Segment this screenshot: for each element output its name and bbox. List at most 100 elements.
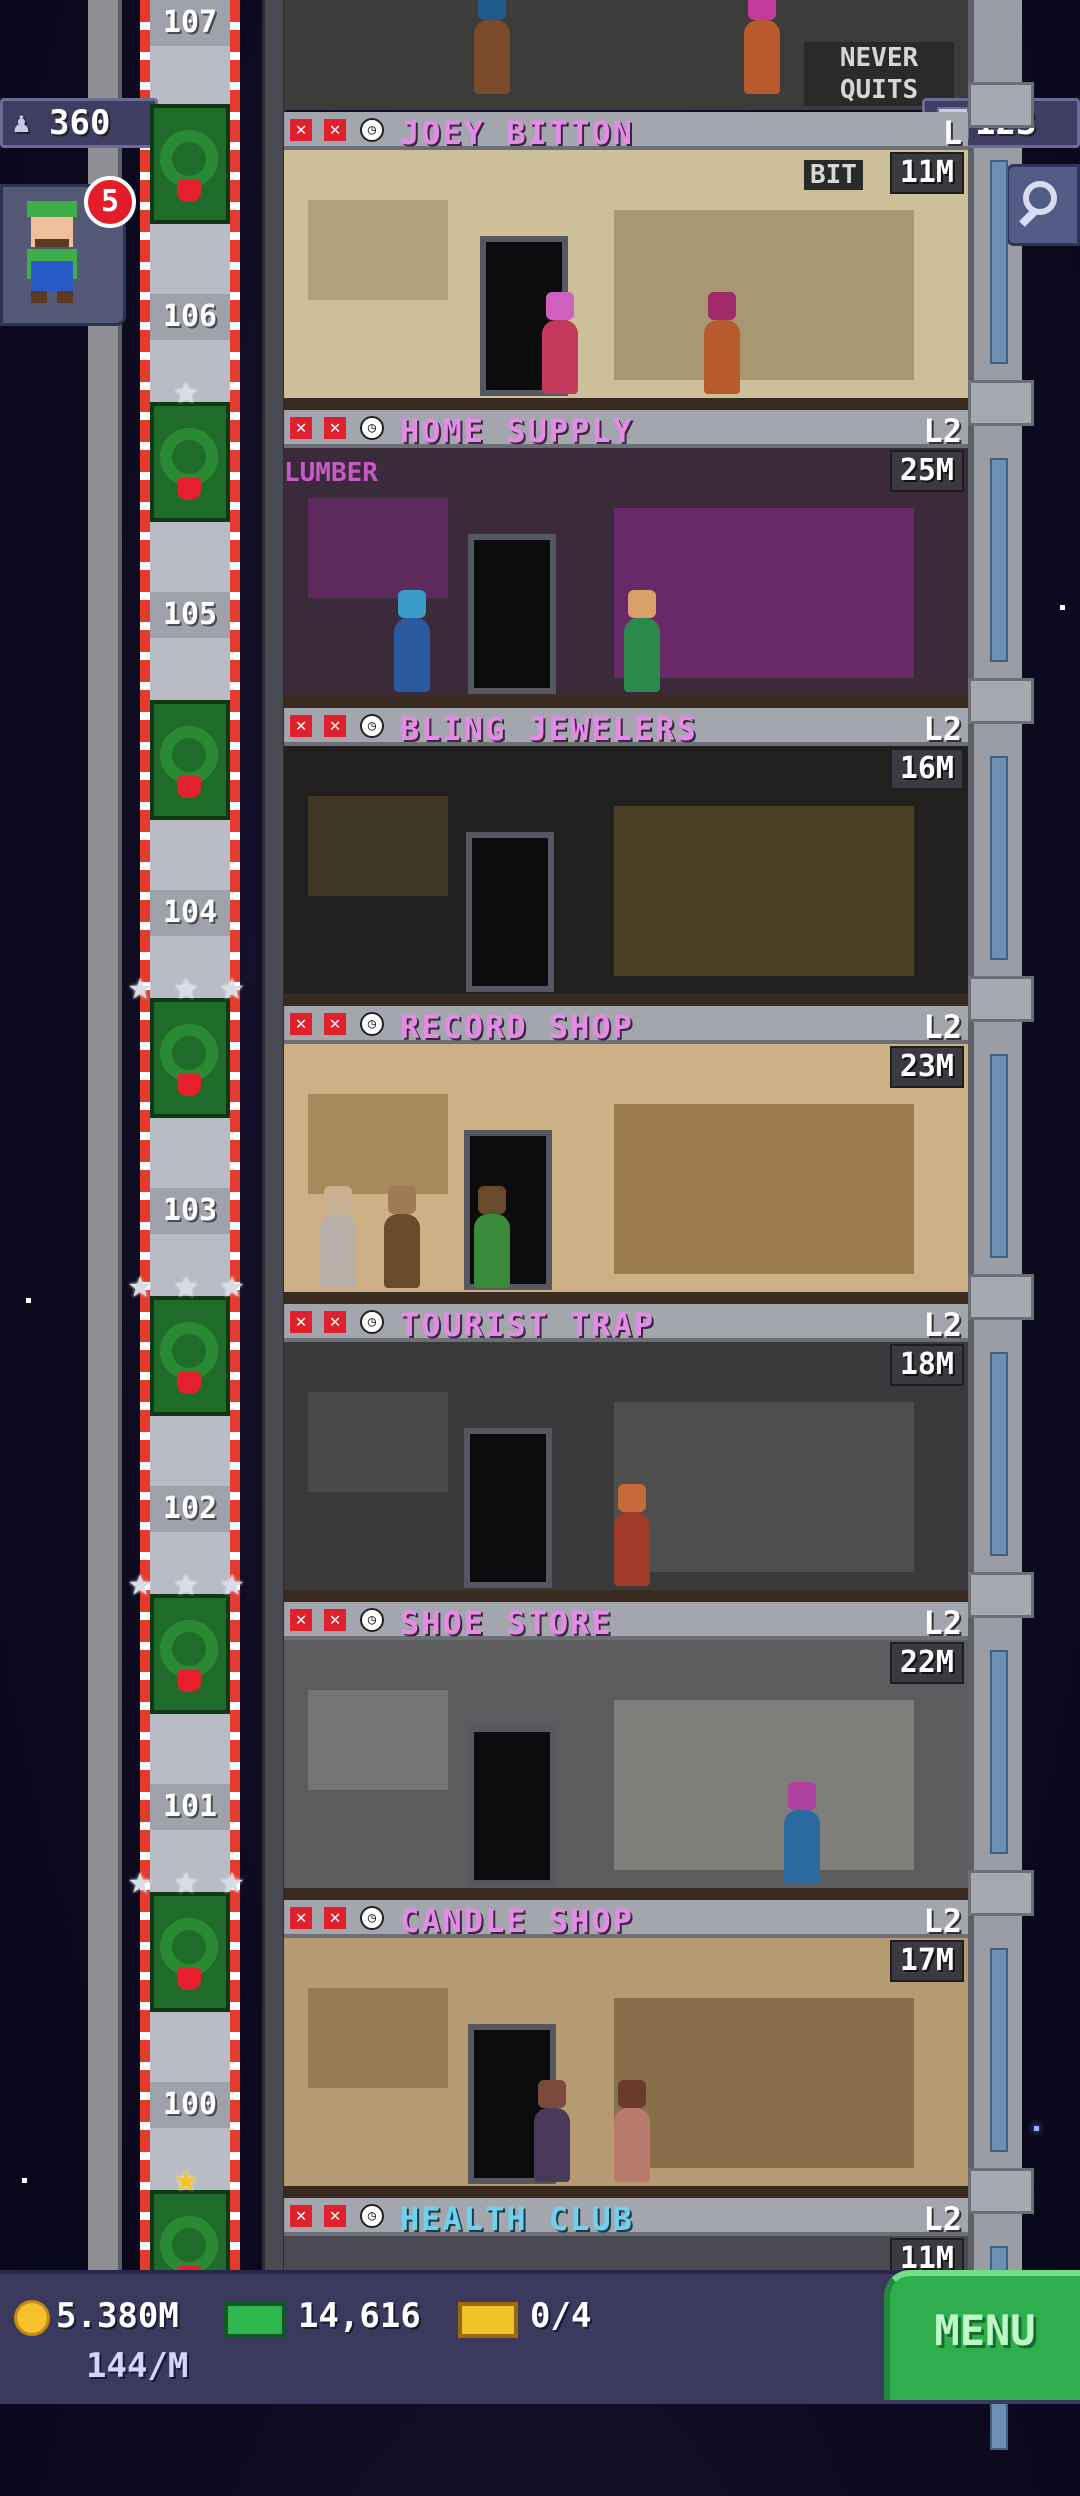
bitizen[interactable]: [624, 590, 660, 692]
magnifier-icon: [1023, 181, 1057, 215]
tower-ledge: [968, 976, 1034, 1022]
tower-window: [990, 1948, 1008, 2152]
floor-room: 25M: [284, 448, 968, 708]
floor-header[interactable]: ✕ ✕ ◷ HEALTH CLUB L2: [284, 2198, 968, 2238]
clock-icon: ◷: [360, 1906, 384, 1930]
bitizen[interactable]: [784, 1782, 820, 1884]
floor-header[interactable]: ✕ ✕ ◷ TOURIST TRAP L2: [284, 1304, 968, 1344]
floor-number: 106: [150, 294, 230, 340]
shop-floor[interactable]: ✕ ✕ ◷ SHOE STORE L2 22M: [284, 1602, 968, 1900]
stock-amount: 17M: [889, 1940, 964, 1982]
shop-display: [308, 1392, 448, 1492]
floor-header[interactable]: ✕ ✕ ◷ JOEY BITTON L: [284, 112, 968, 152]
bitizen[interactable]: [614, 1484, 650, 1586]
floor-baseboard: [284, 398, 968, 410]
floor-room: 22M: [284, 1640, 968, 1900]
star-icon: ★: [219, 1559, 245, 1605]
shop-name: CANDLE SHOP: [400, 1902, 634, 1940]
clock-icon: ◷: [360, 1608, 384, 1632]
close-icon: ✕: [324, 1907, 346, 1929]
floor-baseboard: [284, 696, 968, 708]
shop-shelf: [614, 806, 914, 976]
shop-level: L2: [923, 710, 962, 748]
floor-number: 104: [150, 890, 230, 936]
stock-amount: 16M: [889, 748, 964, 790]
bitizen[interactable]: [614, 2080, 650, 2182]
bitizen[interactable]: [542, 292, 578, 394]
bow-icon: [177, 478, 201, 500]
shop-floor[interactable]: ✕ ✕ ◷ CANDLE SHOP L2 17M: [284, 1900, 968, 2198]
notification-badge: 5: [84, 176, 136, 228]
shop-door: [468, 534, 556, 694]
shop-floor[interactable]: ✕ ✕ ◷ JOEY BITTON L 11M BIT: [284, 112, 968, 410]
bow-icon: [177, 1968, 201, 1990]
shop-display: [308, 1690, 448, 1790]
ticket-icon: [458, 2302, 518, 2338]
bitizen[interactable]: [474, 0, 510, 94]
bux-icon: [224, 2302, 286, 2338]
shop-shelf: [614, 1402, 914, 1572]
stock-amount: 11M: [889, 152, 964, 194]
floor-107[interactable]: NEVER QUITS: [284, 0, 968, 110]
tower-left-wall: [88, 0, 122, 2270]
population-counter[interactable]: ♟ 360: [0, 98, 158, 148]
floor-room: NEVER QUITS: [284, 0, 968, 110]
menu-button[interactable]: MENU: [884, 2270, 1080, 2400]
shop-level: L2: [923, 2200, 962, 2238]
tower-ledge: [968, 380, 1034, 426]
shop-name: TOURIST TRAP: [400, 1306, 656, 1344]
clock-icon: ◷: [360, 1012, 384, 1036]
tower-ledge: [968, 1572, 1034, 1618]
tower-ledge: [968, 2168, 1034, 2214]
shop-level: L2: [923, 1306, 962, 1344]
shop-shelf: [614, 1700, 914, 1870]
star-icon: ★: [127, 1559, 153, 1605]
floor-baseboard: [284, 2186, 968, 2198]
shop-floor[interactable]: ✕ ✕ ◷ RECORD SHOP L2 23M: [284, 1006, 968, 1304]
bitizen[interactable]: [474, 1186, 510, 1288]
search-button[interactable]: [1006, 164, 1080, 246]
close-icon: ✕: [290, 715, 312, 737]
floor-header[interactable]: ✕ ✕ ◷ SHOE STORE L2: [284, 1602, 968, 1642]
bitizen[interactable]: [744, 0, 780, 94]
bitizen[interactable]: [320, 1186, 356, 1288]
close-icon: ✕: [290, 1311, 312, 1333]
close-icon: ✕: [324, 715, 346, 737]
star-icon: ★: [219, 963, 245, 1009]
shop-name: JOEY BITTON: [400, 114, 634, 152]
tower-window: [990, 160, 1008, 364]
store-sign: LUMBER: [284, 458, 378, 488]
shop-display: [308, 1094, 448, 1194]
floor-header[interactable]: ✕ ✕ ◷ BLING JEWELERS L2: [284, 708, 968, 748]
bitizen[interactable]: [394, 590, 430, 692]
clock-icon: ◷: [360, 118, 384, 142]
floor-header[interactable]: ✕ ✕ ◷ RECORD SHOP L2: [284, 1006, 968, 1046]
shop-floor[interactable]: ✕ ✕ ◷ HOME SUPPLY L2 25M LUMBER: [284, 410, 968, 708]
elevator-rail-left: [140, 0, 150, 2270]
close-icon: ✕: [290, 1609, 312, 1631]
shop-shelf: [614, 210, 914, 380]
bitizen[interactable]: [384, 1186, 420, 1288]
floor-baseboard: [284, 994, 968, 1006]
close-icon: ✕: [324, 1311, 346, 1333]
shop-door: [466, 832, 554, 992]
floor-header[interactable]: ✕ ✕ ◷ CANDLE SHOP L2: [284, 1900, 968, 1940]
shop-door: [468, 1726, 556, 1886]
floor-sign: NEVER QUITS: [804, 42, 954, 106]
bitizen[interactable]: [704, 292, 740, 394]
star-icon: ★: [127, 1261, 153, 1307]
close-icon: ✕: [324, 1013, 346, 1035]
coin-icon: [14, 2300, 50, 2336]
floor-number: 102: [150, 1486, 230, 1532]
star-icon: ★: [127, 963, 153, 1009]
bow-icon: [177, 1074, 201, 1096]
floor-number: 107: [150, 0, 230, 46]
floor-room: 16M: [284, 746, 968, 1006]
shop-floor[interactable]: ✕ ✕ ◷ TOURIST TRAP L2 18M: [284, 1304, 968, 1602]
floor-header[interactable]: ✕ ✕ ◷ HOME SUPPLY L2: [284, 410, 968, 450]
bow-icon: [177, 776, 201, 798]
bitizen[interactable]: [534, 2080, 570, 2182]
shop-floor[interactable]: ✕ ✕ ◷ BLING JEWELERS L2 16M: [284, 708, 968, 1006]
star-icon: ★: [173, 963, 199, 1009]
floor-baseboard: [284, 1590, 968, 1602]
